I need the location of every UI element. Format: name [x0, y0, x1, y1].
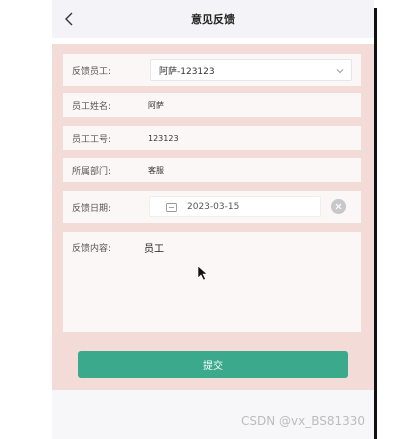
- form-row-employee: 反馈员工: 阿萨-123123: [63, 54, 361, 86]
- content-label: 反馈内容:: [72, 244, 112, 254]
- department-value: 客服: [148, 165, 164, 175]
- date-label: 反馈日期:: [72, 203, 112, 214]
- calendar-icon: [166, 202, 177, 212]
- chevron-down-icon: [336, 69, 344, 74]
- name-value: 阿萨: [148, 100, 164, 110]
- watermark: CSDN @vx_BS81330: [241, 414, 366, 428]
- header-divider: [52, 38, 374, 44]
- form-row-name: 员工姓名: 阿萨: [63, 93, 361, 117]
- mouse-cursor-icon: [197, 265, 208, 281]
- window-border: [374, 8, 377, 439]
- employee-select[interactable]: 阿萨-123123: [150, 59, 352, 81]
- date-picker[interactable]: 2023-03-15: [149, 196, 321, 217]
- nav-header: 意见反馈: [52, 0, 374, 38]
- number-value: 123123: [148, 133, 179, 143]
- employee-select-value: 阿萨-123123: [159, 66, 215, 77]
- form-row-date: 反馈日期: 2023-03-15: [63, 191, 361, 223]
- app-screen: 意见反馈 反馈员工: 阿萨-123123 员工姓名: 阿萨 员工工号: 1231…: [52, 0, 374, 439]
- form-row-content[interactable]: 反馈内容: 员工: [63, 232, 361, 332]
- date-value: 2023-03-15: [187, 201, 240, 212]
- chevron-left-icon[interactable]: [60, 9, 80, 29]
- clear-icon[interactable]: [331, 199, 346, 214]
- employee-label: 反馈员工:: [72, 66, 112, 77]
- department-label: 所属部门:: [72, 166, 112, 177]
- number-label: 员工工号:: [72, 134, 112, 145]
- form-row-department: 所属部门: 客服: [63, 158, 361, 182]
- name-label: 员工姓名:: [72, 101, 112, 112]
- page-title: 意见反馈: [191, 13, 235, 26]
- content-textarea[interactable]: 员工: [144, 240, 164, 255]
- form-row-number: 员工工号: 123123: [63, 126, 361, 150]
- submit-button[interactable]: 提交: [78, 351, 348, 378]
